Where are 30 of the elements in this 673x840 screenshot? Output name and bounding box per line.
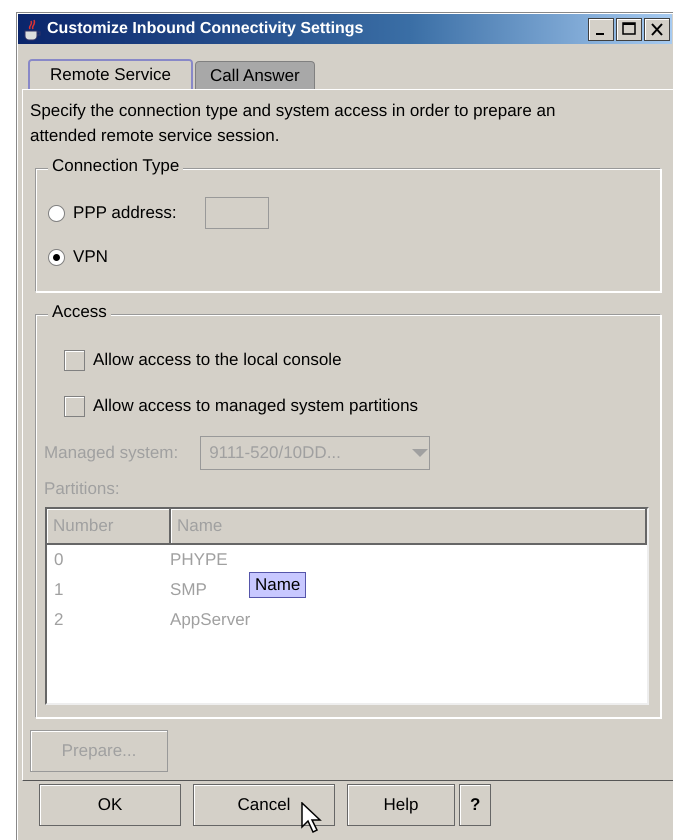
input-field[interactable] [204,197,269,229]
maximize-button[interactable] [616,18,642,40]
dialog-button[interactable]: Help [347,784,455,826]
mouse-cursor-icon [301,802,325,836]
radio-label: VPN [73,247,108,267]
table-cell: SMP [170,580,207,599]
table-cell: 1 [54,580,64,599]
description-text: Specify the connection type and system access in order to prepare an attended remote service session. [30,100,556,147]
table-cell: 2 [54,610,64,629]
tab[interactable]: Remote Service [28,59,193,89]
radio-button[interactable] [48,248,65,266]
radio-button[interactable] [48,204,65,222]
radio-label: PPP address: [73,203,177,223]
table-cell: PHYPE [170,550,228,569]
table-cell: AppServer [170,610,250,629]
window-title: Customize Inbound Connectivity Settings [47,20,364,38]
dialog-button[interactable]: OK [39,784,181,826]
tab[interactable]: Call Answer [194,61,315,89]
checkbox[interactable] [64,350,85,370]
caret-icon [411,448,430,458]
group-title: Connection Type [48,156,184,176]
table-cell: 0 [54,550,64,569]
tooltip: Name [249,572,306,598]
close-button[interactable] [644,18,670,40]
checkbox-label: Allow access to managed system partitions [93,396,418,416]
checkbox-label: Allow access to the local console [93,350,342,370]
checkbox[interactable] [64,396,85,416]
minimize-button[interactable] [588,18,614,40]
dialog-button[interactable]: Cancel [193,784,335,826]
help-button[interactable]: ? [459,784,491,826]
